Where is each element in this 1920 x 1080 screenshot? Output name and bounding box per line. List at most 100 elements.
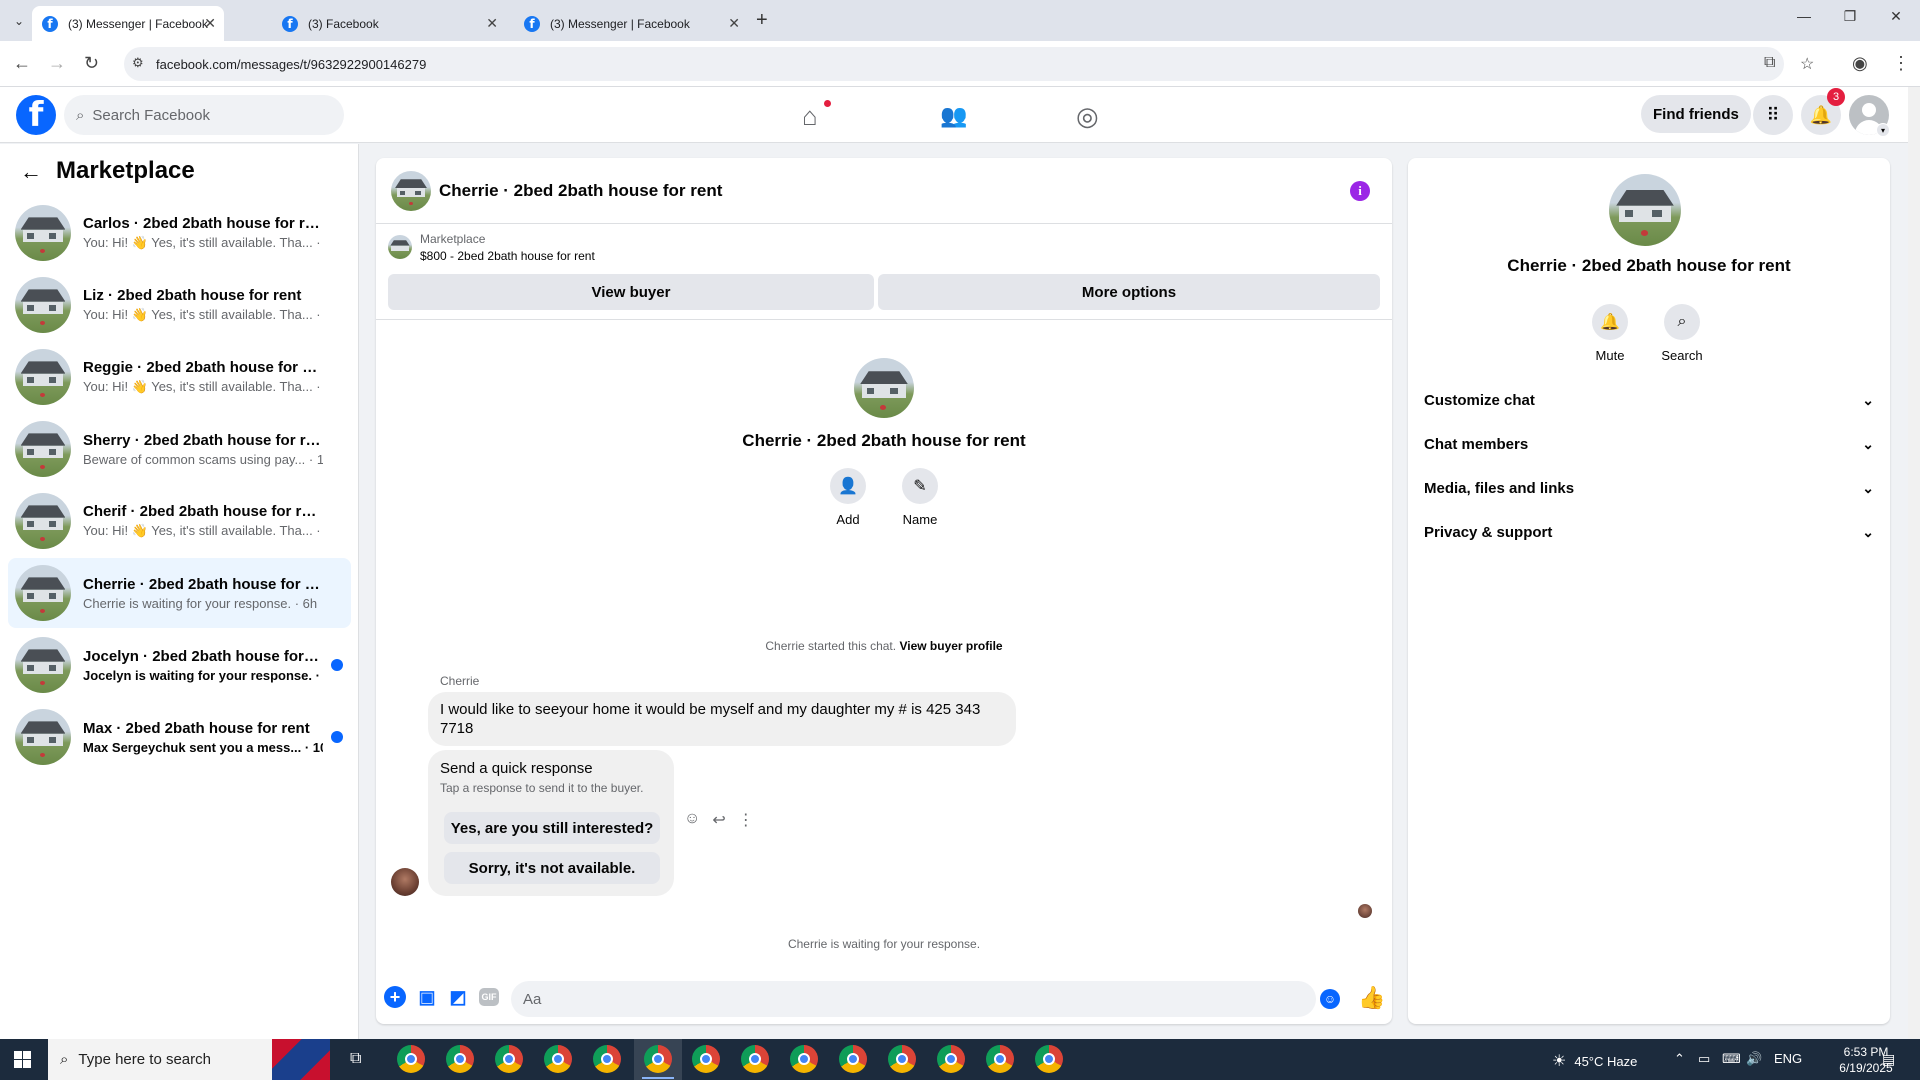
conversation-item[interactable]: Reggie · 2bed 2bath house for rent You: … <box>8 342 351 412</box>
reload-icon[interactable]: ↻ <box>84 53 99 74</box>
section-media-files-links[interactable]: Media, files and links ⌄ <box>1424 470 1874 506</box>
chrome-app-icon[interactable] <box>790 1045 818 1073</box>
url-text[interactable]: facebook.com/messages/t/9632922900146279 <box>156 57 426 72</box>
back-icon[interactable]: ← <box>13 53 31 74</box>
more-icon[interactable]: ⋮ <box>738 810 754 830</box>
menu-grid-icon[interactable]: ⠿ <box>1753 95 1793 135</box>
home-icon[interactable]: ⌂ <box>802 101 818 132</box>
restore-button[interactable]: ❐ <box>1827 8 1873 25</box>
windows-start-icon[interactable] <box>14 1051 31 1068</box>
react-icon[interactable]: ☺ <box>684 810 700 830</box>
network-icon[interactable]: ⌨ <box>1722 1051 1741 1067</box>
new-tab-button[interactable]: + <box>756 9 768 32</box>
browser-tab-messenger-2[interactable]: f (3) Messenger | Facebook ✕ <box>514 6 748 41</box>
conversation-item[interactable]: Jocelyn · 2bed 2bath house for r... Joce… <box>8 630 351 700</box>
facebook-search-input[interactable] <box>92 106 313 124</box>
plus-icon[interactable]: + <box>384 986 406 1008</box>
close-window-button[interactable]: ✕ <box>1873 8 1919 25</box>
chrome-app-icon[interactable] <box>741 1045 769 1073</box>
kebab-menu-icon[interactable]: ⋮ <box>1892 53 1910 74</box>
find-friends-button[interactable]: Find friends <box>1641 95 1751 133</box>
buyer-avatar[interactable] <box>391 868 419 896</box>
task-view-icon[interactable]: ⧉ <box>350 1050 361 1068</box>
facebook-logo-icon[interactable]: f <box>16 95 56 135</box>
conversation-time: 6h <box>302 595 318 611</box>
back-arrow-icon[interactable]: ← <box>20 159 42 185</box>
tab-close-icon[interactable]: ✕ <box>486 15 498 32</box>
chat-title[interactable]: Cherrie · 2bed 2bath house for rent <box>439 181 722 201</box>
section-customize-chat[interactable]: Customize chat ⌄ <box>1424 382 1874 418</box>
incoming-message[interactable]: I would like to seeyour home it would be… <box>428 692 1016 746</box>
conversation-item-active[interactable]: Cherrie · 2bed 2bath house for rent Cher… <box>8 558 351 628</box>
listing-price[interactable]: $800 - 2bed 2bath house for rent <box>420 249 595 263</box>
chrome-app-icon[interactable] <box>888 1045 916 1073</box>
pencil-icon[interactable]: ✎ <box>902 468 938 504</box>
weather-widget[interactable]: ☀ 45°C Haze <box>1552 1051 1637 1071</box>
bookmark-star-icon[interactable]: ☆ <box>1800 54 1814 74</box>
bell-mute-icon[interactable]: 🔔 <box>1592 304 1628 340</box>
taskbar-search[interactable]: ⌕ Type here to search <box>48 1039 272 1080</box>
chrome-app-icon[interactable] <box>544 1045 572 1073</box>
chrome-app-icon[interactable] <box>446 1045 474 1073</box>
message-input[interactable] <box>511 981 1316 1017</box>
view-buyer-button[interactable]: View buyer <box>388 274 874 310</box>
chrome-app-icon[interactable] <box>397 1045 425 1073</box>
seen-receipt-avatar <box>1358 904 1372 918</box>
chrome-app-icon[interactable] <box>937 1045 965 1073</box>
chrome-app-icon[interactable] <box>839 1045 867 1073</box>
quick-reply-not-available[interactable]: Sorry, it's not available. <box>444 852 660 884</box>
device-icon[interactable]: ▭ <box>1698 1051 1710 1067</box>
tab-close-icon[interactable]: ✕ <box>204 15 216 32</box>
profile-icon[interactable]: ◉ <box>1852 53 1868 74</box>
mute-action[interactable]: 🔔 Mute <box>1580 304 1640 363</box>
photo-icon[interactable]: ▣ <box>416 986 438 1008</box>
search-action[interactable]: ⌕ Search <box>1652 304 1712 363</box>
omnibox[interactable]: ⚙ facebook.com/messages/t/96329229001462… <box>124 47 1814 81</box>
add-action[interactable]: 👤 Add <box>818 468 878 527</box>
conversation-item[interactable]: Sherry · 2bed 2bath house for rent Bewar… <box>8 414 351 484</box>
chrome-app-icon[interactable] <box>1035 1045 1063 1073</box>
conversation-item[interactable]: Carlos · 2bed 2bath house for rent You: … <box>8 198 351 268</box>
chrome-app-icon[interactable] <box>986 1045 1014 1073</box>
quick-reply-interested[interactable]: Yes, are you still interested? <box>444 812 660 844</box>
notification-center-icon[interactable]: ▤ <box>1882 1051 1895 1068</box>
info-icon[interactable]: i <box>1350 181 1370 201</box>
page-scrollbar[interactable] <box>1908 87 1920 1039</box>
name-action[interactable]: ✎ Name <box>890 468 950 527</box>
language-indicator[interactable]: ENG <box>1774 1051 1802 1066</box>
minimize-button[interactable]: — <box>1781 8 1827 24</box>
tab-close-icon[interactable]: ✕ <box>728 15 740 32</box>
section-chat-members[interactable]: Chat members ⌄ <box>1424 426 1874 462</box>
reply-icon[interactable]: ↩ <box>712 810 725 830</box>
listing-avatar[interactable] <box>391 170 431 211</box>
conversation-item[interactable]: Liz · 2bed 2bath house for rent You: Hi!… <box>8 270 351 340</box>
facebook-search[interactable]: ⌕ <box>64 95 344 135</box>
chrome-app-icon[interactable] <box>593 1045 621 1073</box>
conversation-item[interactable]: Cherif · 2bed 2bath house for rent You: … <box>8 486 351 556</box>
more-options-button[interactable]: More options <box>878 274 1380 310</box>
browser-tab-messenger[interactable]: f (3) Messenger | Facebook ✕ <box>32 6 224 41</box>
chrome-app-icon[interactable] <box>692 1045 720 1073</box>
install-icon[interactable]: ⧉ <box>1764 54 1775 72</box>
sticker-icon[interactable]: ◩ <box>447 986 469 1008</box>
chrome-app-icon[interactable] <box>644 1045 672 1073</box>
emoji-icon[interactable]: ☺ <box>1320 989 1340 1009</box>
add-person-icon[interactable]: 👤 <box>830 468 866 504</box>
gif-icon[interactable]: GIF <box>479 988 499 1006</box>
chevron-down-icon[interactable]: ▾ <box>1876 123 1890 137</box>
friends-icon[interactable]: 👥 <box>940 103 967 129</box>
tab-search-icon[interactable]: ⌄ <box>8 10 30 32</box>
search-icon[interactable]: ⌕ <box>1664 304 1700 340</box>
conversation-item[interactable]: Max · 2bed 2bath house for rent Max Serg… <box>8 702 351 772</box>
forward-icon[interactable]: → <box>48 53 66 74</box>
search-highlight-image[interactable] <box>272 1039 330 1080</box>
section-privacy-support[interactable]: Privacy & support ⌄ <box>1424 514 1874 550</box>
view-buyer-profile-link[interactable]: View buyer profile <box>899 639 1002 653</box>
groups-icon[interactable]: ◎ <box>1076 101 1099 132</box>
chevron-up-icon[interactable]: ⌃ <box>1674 1051 1685 1067</box>
site-info-icon[interactable]: ⚙ <box>132 55 144 71</box>
like-icon[interactable]: 👍 <box>1358 985 1385 1011</box>
browser-tab-facebook[interactable]: f (3) Facebook ✕ <box>272 6 506 41</box>
chrome-app-icon[interactable] <box>495 1045 523 1073</box>
volume-icon[interactable]: 🔊 <box>1746 1051 1762 1067</box>
